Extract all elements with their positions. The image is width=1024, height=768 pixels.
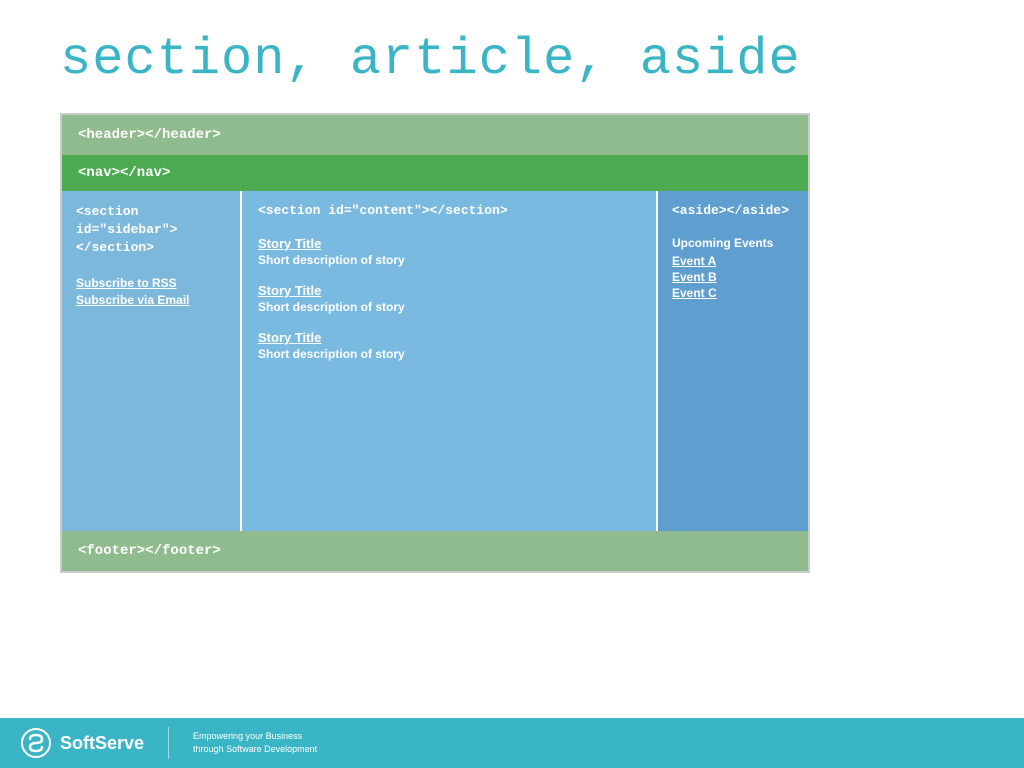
logo-area: SoftServe (20, 727, 144, 759)
logo-divider (168, 727, 169, 759)
content-column: <section id="content"></section> Story T… (242, 191, 658, 531)
logo-tagline: Empowering your Business through Softwar… (193, 730, 317, 755)
subscribe-rss-link[interactable]: Subscribe to RSS (76, 276, 226, 290)
aside-column: <aside></aside> Upcoming Events Event A … (658, 191, 808, 531)
event-b-link[interactable]: Event B (672, 270, 794, 284)
story-3-title: Story Title (258, 330, 640, 345)
columns-row: <sectionid="sidebar"></section> Subscrib… (62, 191, 808, 531)
bottom-bar: SoftServe Empowering your Business throu… (0, 718, 1024, 768)
nav-bar: <nav></nav> (62, 155, 808, 191)
header-bar: <header></header> (62, 115, 808, 155)
story-3: Story Title Short description of story (258, 330, 640, 361)
story-2: Story Title Short description of story (258, 283, 640, 314)
slide: section, article, aside <header></header… (0, 0, 1024, 718)
slide-title: section, article, aside (60, 30, 964, 89)
event-a-link[interactable]: Event A (672, 254, 794, 268)
story-1: Story Title Short description of story (258, 236, 640, 267)
sidebar-column: <sectionid="sidebar"></section> Subscrib… (62, 191, 242, 531)
event-c-link[interactable]: Event C (672, 286, 794, 300)
aside-events-heading: Upcoming Events (672, 236, 794, 250)
sidebar-tag-label: <sectionid="sidebar"></section> (76, 203, 226, 258)
story-2-title: Story Title (258, 283, 640, 298)
logo-text: SoftServe (60, 733, 144, 754)
content-tag-label: <section id="content"></section> (258, 203, 640, 218)
footer-bar: <footer></footer> (62, 531, 808, 571)
story-2-desc: Short description of story (258, 300, 640, 314)
layout-diagram: <header></header> <nav></nav> <sectionid… (60, 113, 810, 573)
story-3-desc: Short description of story (258, 347, 640, 361)
story-1-title: Story Title (258, 236, 640, 251)
subscribe-email-link[interactable]: Subscribe via Email (76, 293, 226, 307)
softserve-logo-icon (20, 727, 52, 759)
aside-tag-label: <aside></aside> (672, 203, 794, 218)
story-1-desc: Short description of story (258, 253, 640, 267)
